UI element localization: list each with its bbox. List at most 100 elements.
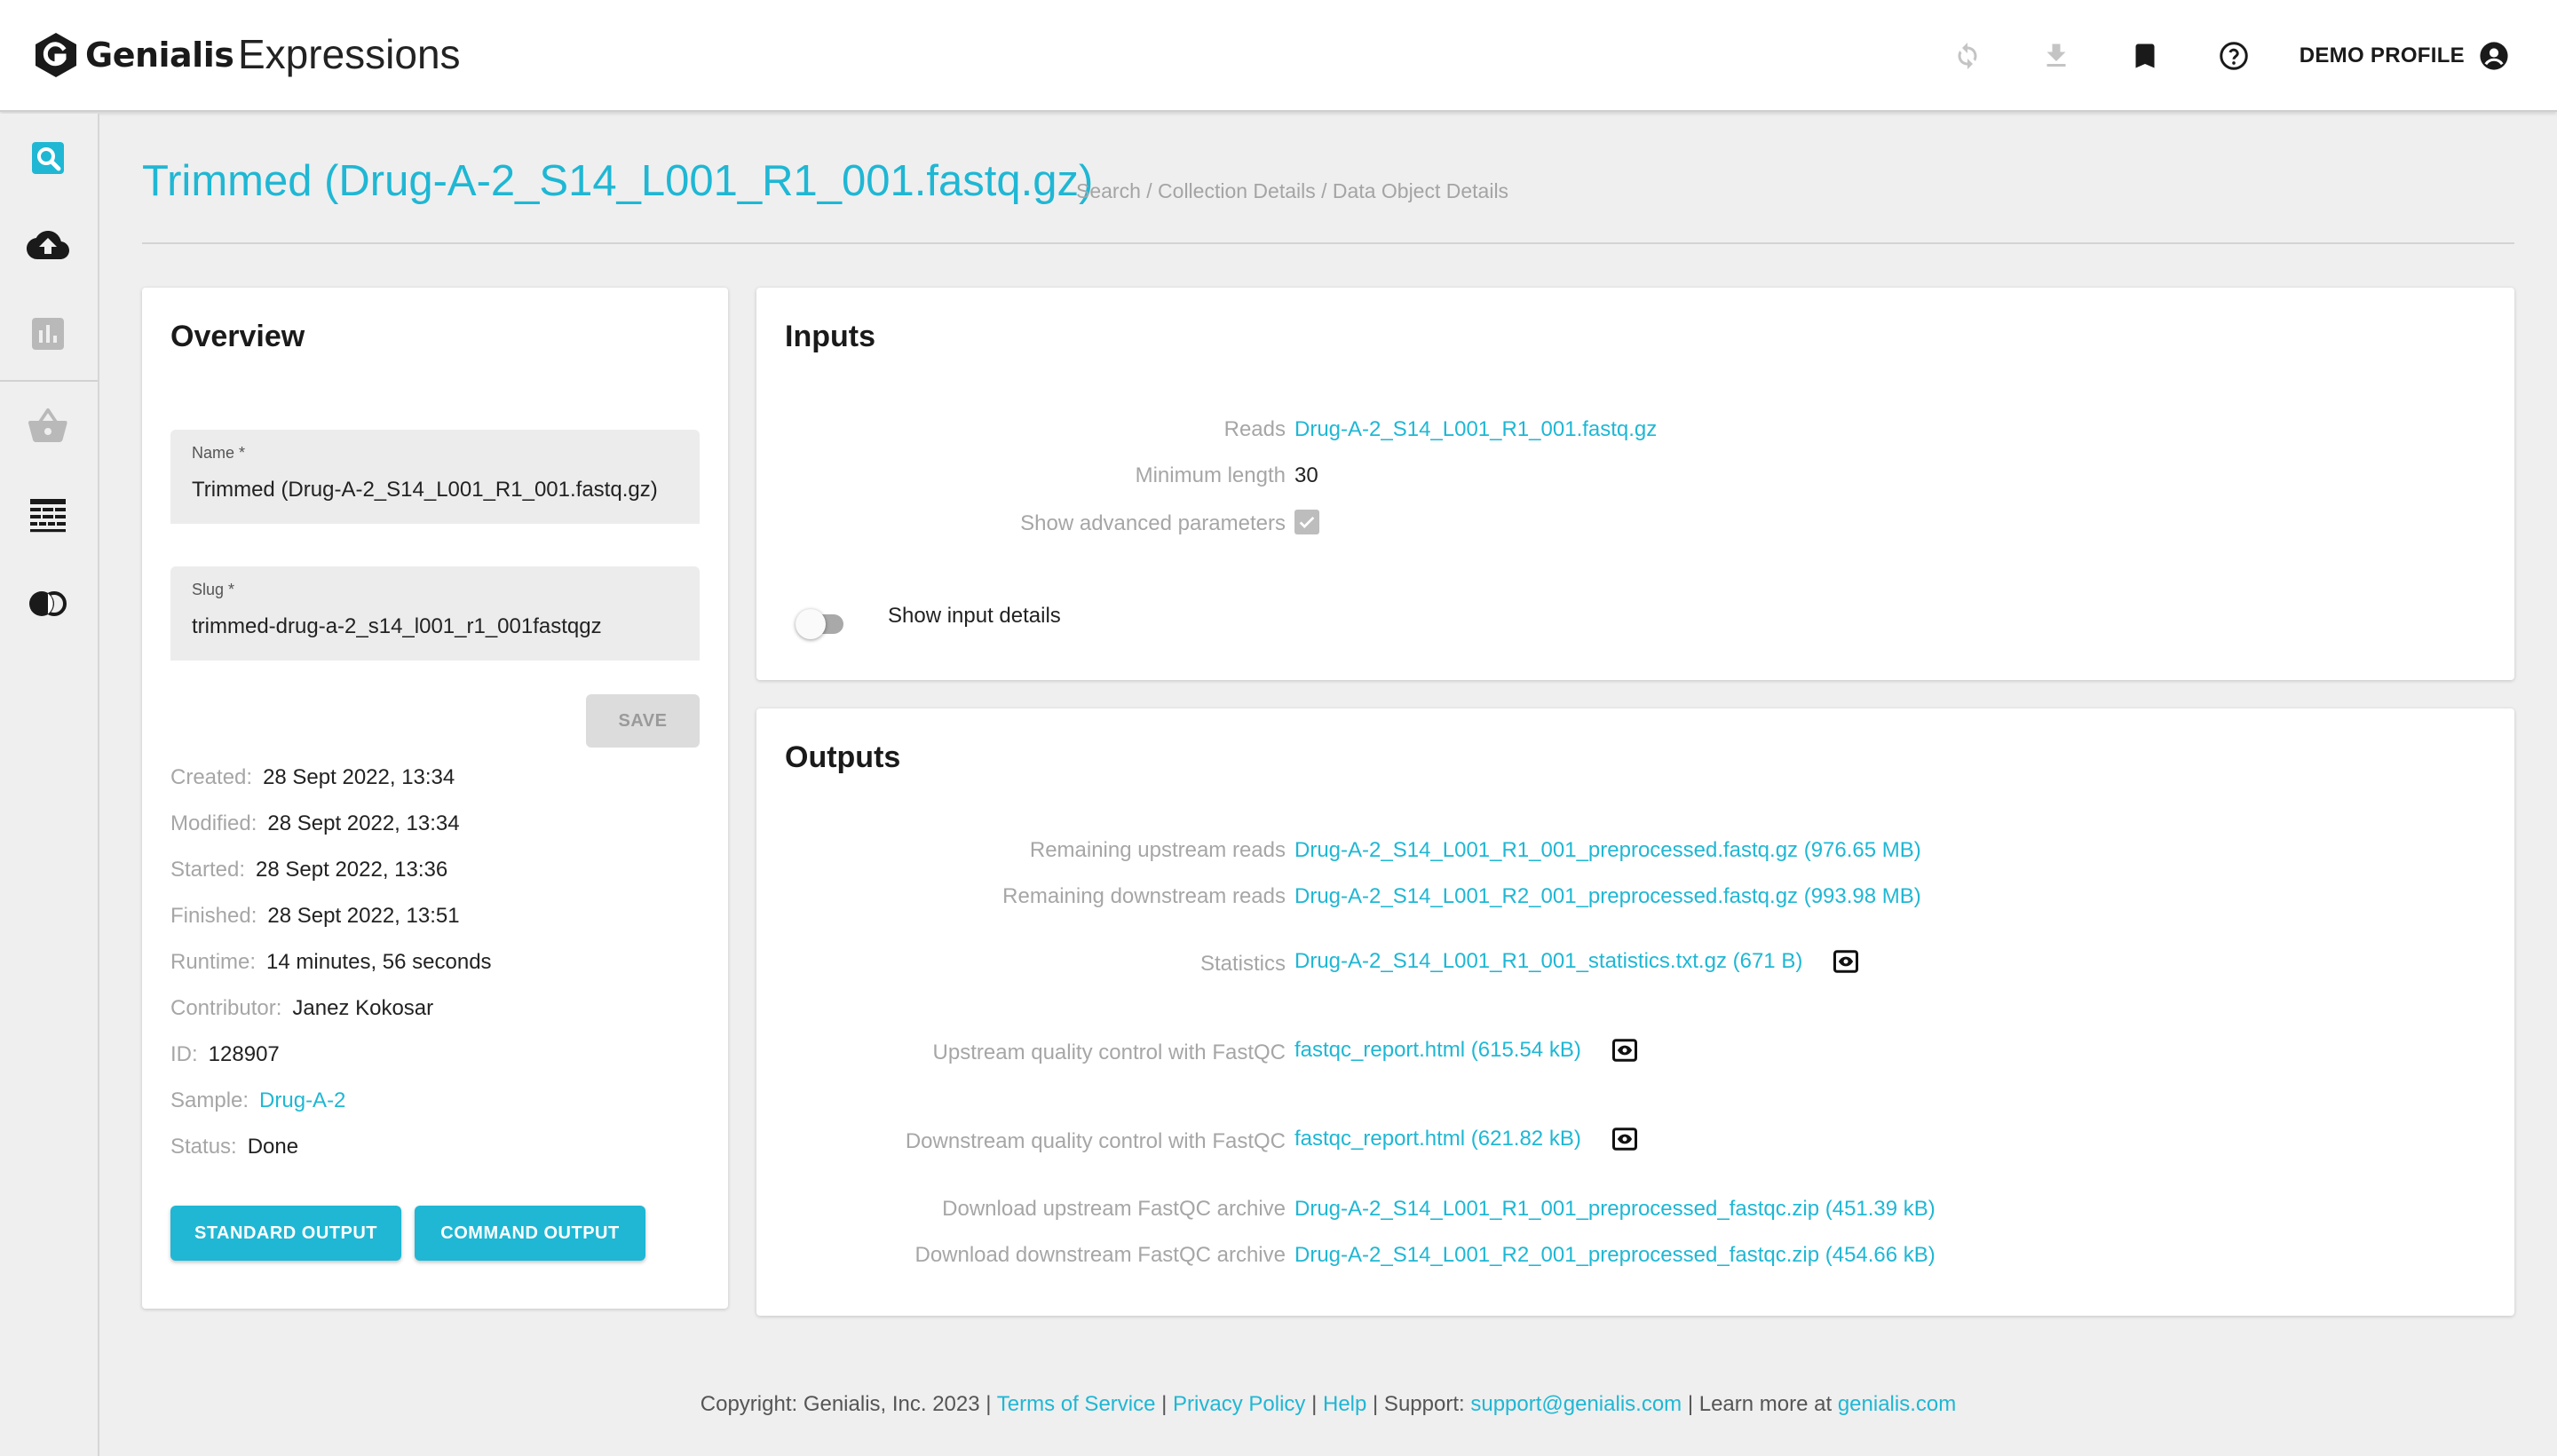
header-divider [142,242,2514,244]
meta-key: Finished: [170,904,257,928]
breadcrumb-search[interactable]: Search [1076,179,1141,202]
page-title: Trimmed (Drug-A-2_S14_L001_R1_001.fastq.… [142,157,1094,205]
downstream-archive-link[interactable]: Drug-A-2_S14_L001_R2_001_preprocessed_fa… [1294,1243,1936,1268]
refresh-icon[interactable] [1950,38,1985,74]
input-value-show-advanced [1294,510,1319,534]
output-value-upstream-archive: Drug-A-2_S14_L001_R1_001_preprocessed_fa… [1294,1197,1936,1222]
show-input-details-label: Show input details [888,604,1061,628]
output-value-upstream-reads: Drug-A-2_S14_L001_R1_001_preprocessed.fa… [1294,838,1921,863]
meta-value: Janez Kokosar [292,996,434,1020]
name-field-value[interactable]: Trimmed (Drug-A-2_S14_L001_R1_001.fastq.… [192,478,658,502]
top-actions: DEMO PROFILE [1896,0,2509,112]
meta-started: Started: 28 Sept 2022, 13:36 [170,858,447,882]
genialis-logo-mark [36,33,76,77]
statistics-link[interactable]: Drug-A-2_S14_L001_R1_001_statistics.txt.… [1294,949,1802,974]
output-key-upstream-fastqc: Upstream quality control with FastQC [932,1041,1286,1064]
input-key-minimum-length: Minimum length [1135,463,1286,487]
input-value-minimum-length: 30 [1294,463,1318,487]
output-key-downstream-fastqc: Downstream quality control with FastQC [905,1129,1286,1153]
preview-icon[interactable] [1833,948,1859,975]
output-value-statistics: Drug-A-2_S14_L001_R1_001_statistics.txt.… [1294,948,1859,975]
sample-link[interactable]: Drug-A-2 [259,1088,345,1112]
sidebar [0,114,99,1456]
brand-name: Genialis [85,36,234,75]
download-icon[interactable] [2038,38,2074,74]
compare-icon [29,591,67,616]
upload-cloud-icon [27,231,69,259]
footer: Copyright: Genialis, Inc. 2023 | Terms o… [0,1392,2557,1417]
name-field[interactable]: Name * Trimmed (Drug-A-2_S14_L001_R1_001… [170,430,700,524]
meta-created: Created: 28 Sept 2022, 13:34 [170,765,455,790]
meta-key: Status: [170,1135,237,1159]
sidebar-item-charts[interactable] [25,311,71,357]
outputs-card: Outputs Remaining upstream reads Drug-A-… [756,708,2514,1316]
show-advanced-checkbox[interactable] [1294,510,1319,534]
meta-value: Done [247,1135,299,1159]
slug-field-value[interactable]: trimmed-drug-a-2_s14_l001_r1_001fastqgz [192,614,602,639]
downstream-fastqc-link[interactable]: fastqc_report.html (621.82 kB) [1294,1127,1581,1151]
meta-key: Sample: [170,1088,249,1112]
meta-runtime: Runtime: 14 minutes, 56 seconds [170,950,492,975]
terms-link[interactable]: Terms of Service [997,1392,1156,1416]
genialis-logo[interactable]: Genialis [34,32,234,78]
meta-finished: Finished: 28 Sept 2022, 13:51 [170,904,460,929]
footer-separator: | [1311,1392,1318,1416]
top-bar: Genialis Expressions DEMO PROFILE [0,0,2557,112]
output-value-downstream-archive: Drug-A-2_S14_L001_R2_001_preprocessed_fa… [1294,1243,1936,1268]
breadcrumb: Search / Collection Details / Data Objec… [1076,179,1508,203]
toggle-knob [796,609,826,639]
input-key-show-advanced: Show advanced parameters [1020,511,1286,535]
breadcrumb-collection-details[interactable]: Collection Details [1158,179,1316,202]
app-title: Expressions [238,31,461,77]
standard-output-button[interactable]: STANDARD OUTPUT [170,1206,401,1261]
meta-id: ID: 128907 [170,1042,280,1067]
preview-icon[interactable] [1611,1126,1638,1152]
sidebar-item-tables[interactable] [25,492,71,538]
help-link[interactable]: Help [1323,1392,1366,1416]
meta-key: Started: [170,858,246,882]
privacy-link[interactable]: Privacy Policy [1173,1392,1305,1416]
downstream-reads-link[interactable]: Drug-A-2_S14_L001_R2_001_preprocessed.fa… [1294,884,1921,909]
website-link[interactable]: genialis.com [1838,1392,1956,1416]
footer-separator: | [1161,1392,1168,1416]
support-email-link[interactable]: support@genialis.com [1470,1392,1682,1416]
outputs-title: Outputs [785,740,901,774]
input-key-reads: Reads [1223,417,1286,441]
meta-value: 28 Sept 2022, 13:51 [267,904,460,928]
save-button[interactable]: SAVE [586,694,700,748]
breadcrumb-data-object-details: Data Object Details [1332,179,1509,202]
upstream-reads-link[interactable]: Drug-A-2_S14_L001_R1_001_preprocessed.fa… [1294,838,1921,863]
meta-value: 28 Sept 2022, 13:34 [263,765,455,789]
account-icon[interactable] [2479,41,2509,71]
output-value-downstream-reads: Drug-A-2_S14_L001_R2_001_preprocessed.fa… [1294,884,1921,909]
meta-sample: Sample: Drug-A-2 [170,1088,345,1113]
upstream-archive-link[interactable]: Drug-A-2_S14_L001_R1_001_preprocessed_fa… [1294,1197,1936,1222]
meta-status: Status: Done [170,1135,298,1159]
overview-card: Overview Name * Trimmed (Drug-A-2_S14_L0… [142,288,728,1309]
meta-value: 28 Sept 2022, 13:36 [256,858,448,882]
sidebar-divider [0,380,98,382]
preview-icon[interactable] [1611,1037,1638,1064]
sidebar-item-compare[interactable] [25,581,71,627]
reads-file-link[interactable]: Drug-A-2_S14_L001_R1_001.fastq.gz [1294,417,1657,442]
bookmark-icon[interactable] [2127,38,2163,74]
sidebar-item-upload[interactable] [25,222,71,268]
slug-field[interactable]: Slug * trimmed-drug-a-2_s14_l001_r1_001f… [170,566,700,661]
show-input-details-toggle[interactable] [796,605,849,641]
search-icon [32,142,64,174]
command-output-button[interactable]: COMMAND OUTPUT [415,1206,645,1261]
output-key-downstream-reads: Remaining downstream reads [1002,884,1286,908]
help-icon[interactable] [2216,38,2252,74]
meta-contributor: Contributor: Janez Kokosar [170,996,433,1021]
profile-label[interactable]: DEMO PROFILE [2300,44,2465,68]
check-icon [1299,516,1315,528]
sidebar-item-search[interactable] [25,135,71,181]
meta-key: Runtime: [170,950,257,974]
overview-title: Overview [170,320,305,353]
inputs-title: Inputs [785,320,875,353]
sidebar-item-basket[interactable] [25,403,71,449]
output-key-upstream-archive: Download upstream FastQC archive [942,1197,1286,1221]
upstream-fastqc-link[interactable]: fastqc_report.html (615.54 kB) [1294,1038,1581,1063]
table-icon [30,499,66,533]
meta-value: 128907 [208,1042,280,1066]
